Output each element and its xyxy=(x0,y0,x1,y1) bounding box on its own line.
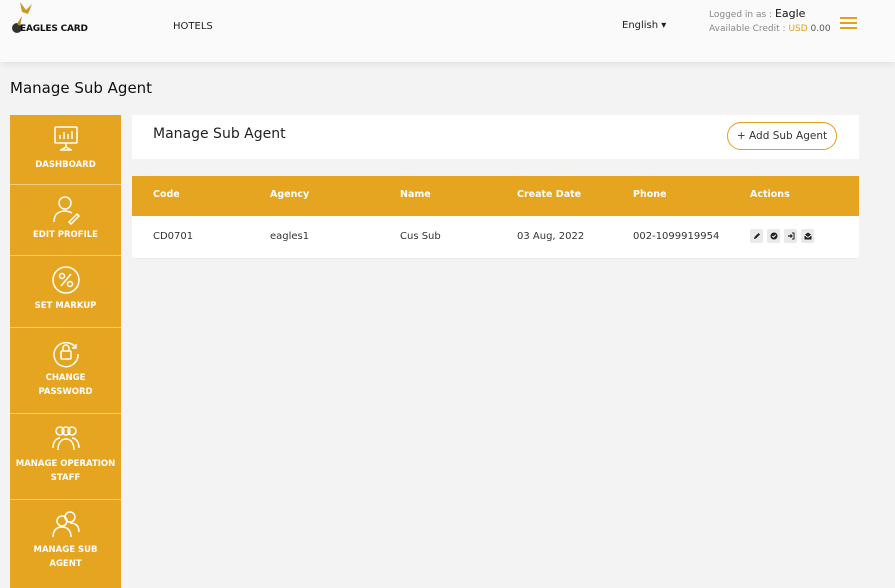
brand-logo[interactable]: EAGLES CARD xyxy=(8,0,88,40)
dashboard-icon xyxy=(53,126,78,151)
nav-hotels-link[interactable]: HOTELS xyxy=(173,21,213,32)
sidebar-item-label: MANAGE SUB AGENT xyxy=(33,545,98,569)
hamburger-icon[interactable] xyxy=(840,15,858,31)
cell-phone: 002-1099919954 xyxy=(633,231,720,242)
login-icon[interactable] xyxy=(784,229,797,243)
sidebar-item-dashboard[interactable]: DASHBOARD xyxy=(10,115,121,185)
column-header-name: Name xyxy=(400,189,431,200)
add-sub-agent-button[interactable]: + Add Sub Agent xyxy=(727,122,837,150)
username: Eagle xyxy=(774,7,806,20)
sidebar-item-set-markup[interactable]: SET MARKUP xyxy=(10,256,121,328)
credit-amount: 0.00 xyxy=(810,24,831,34)
column-header-actions: Actions xyxy=(750,189,790,200)
user-edit-icon xyxy=(52,196,80,225)
edit-icon[interactable] xyxy=(750,229,763,243)
sidebar-item-label: MANAGE OPERATION STAFF xyxy=(15,459,116,483)
table-row: CD0701 eagles1 Cus Sub 03 Aug, 2022 002-… xyxy=(132,216,859,259)
language-select[interactable]: English ▾ xyxy=(622,20,666,31)
panel-title: Manage Sub Agent xyxy=(153,126,286,142)
cell-code: CD0701 xyxy=(153,231,194,242)
credit-label: Available Credit : xyxy=(709,24,786,34)
users-icon xyxy=(51,511,80,538)
sidebar: DASHBOARD EDIT PROFILE SET MARKUP CHANGE… xyxy=(10,115,121,588)
sub-agent-table: Code Agency Name Create Date Phone Actio… xyxy=(132,176,859,259)
sidebar-item-edit-profile[interactable]: EDIT PROFILE xyxy=(10,185,121,256)
sidebar-item-label: DASHBOARD xyxy=(35,160,96,170)
brand-name: EAGLES CARD xyxy=(20,24,88,34)
cell-create-date: 03 Aug, 2022 xyxy=(517,231,585,242)
users-group-icon xyxy=(51,426,80,451)
column-header-code: Code xyxy=(153,189,180,200)
credit-currency: USD xyxy=(788,24,808,34)
sidebar-item-label: CHANGE PASSWORD xyxy=(38,373,93,397)
page-title: Manage Sub Agent xyxy=(10,79,153,97)
mail-icon[interactable] xyxy=(801,229,814,243)
column-header-phone: Phone xyxy=(633,189,667,200)
sidebar-item-manage-sub-agent[interactable]: MANAGE SUB AGENT xyxy=(10,500,121,588)
column-header-create-date: Create Date xyxy=(517,189,582,200)
sidebar-item-change-password[interactable]: CHANGE PASSWORD xyxy=(10,328,121,414)
sidebar-item-manage-operation-staff[interactable]: MANAGE OPERATION STAFF xyxy=(10,414,121,500)
percent-icon xyxy=(51,266,80,294)
logged-in-label: Logged in as : xyxy=(709,10,773,20)
cell-name: Cus Sub xyxy=(400,231,441,242)
cell-agency: eagles1 xyxy=(270,231,310,242)
top-bar: EAGLES CARD HOTELS English ▾ Logged in a… xyxy=(0,0,895,62)
table-header: Code Agency Name Create Date Phone Actio… xyxy=(132,176,859,216)
panel-header: Manage Sub Agent + Add Sub Agent xyxy=(132,115,859,159)
sidebar-item-label: SET MARKUP xyxy=(34,301,97,311)
login-info: Logged in as : Eagle Available Credit : … xyxy=(709,7,831,36)
lock-icon xyxy=(52,341,79,368)
column-header-agency: Agency xyxy=(270,189,310,200)
sidebar-item-label: EDIT PROFILE xyxy=(33,230,98,240)
row-actions xyxy=(750,229,814,243)
check-icon[interactable] xyxy=(767,229,780,243)
